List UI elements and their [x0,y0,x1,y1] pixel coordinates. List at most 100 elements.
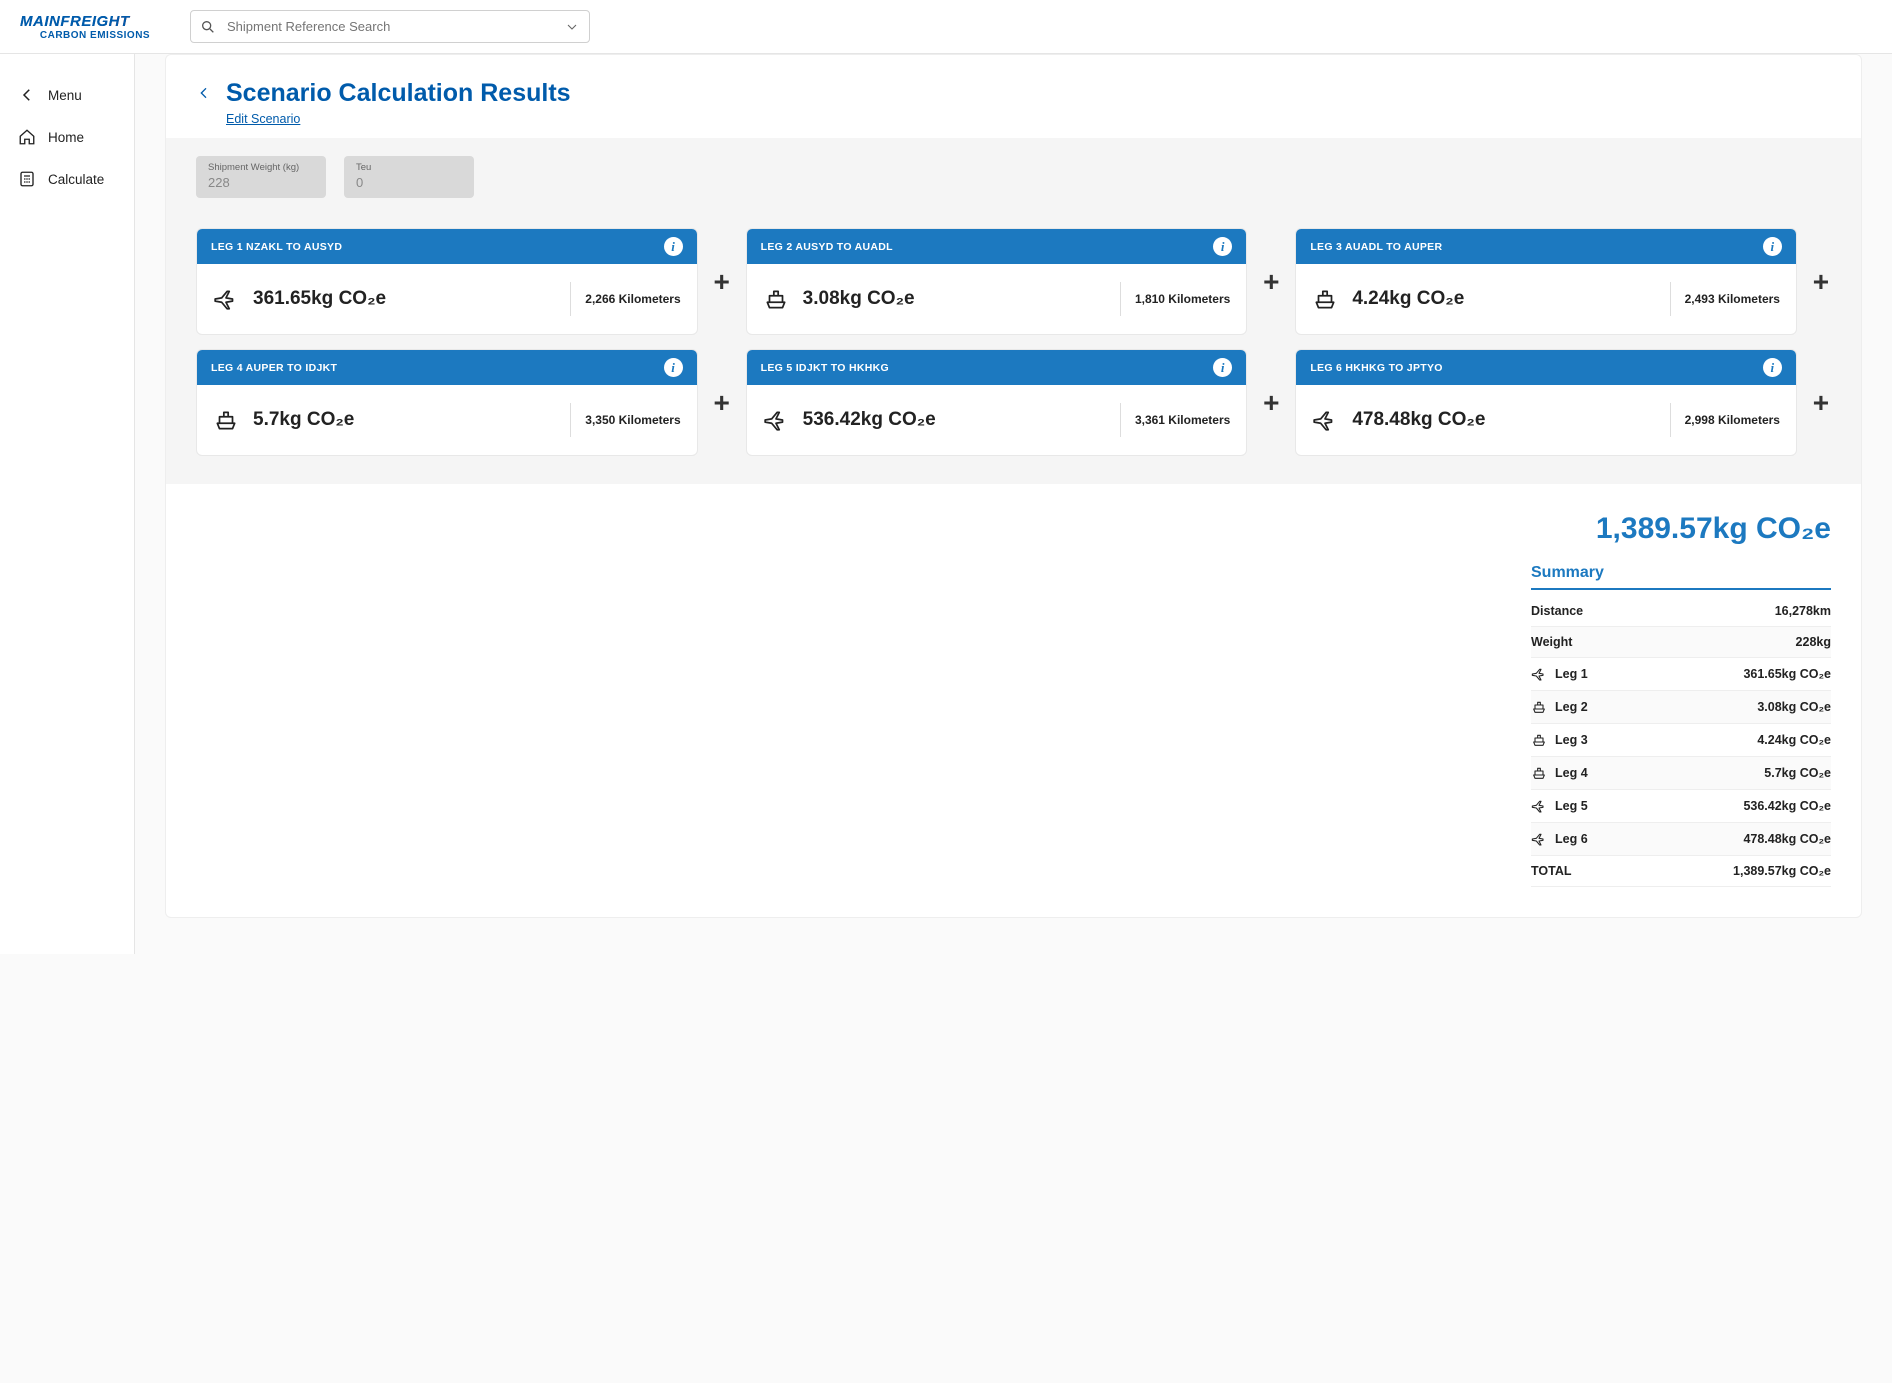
search-icon [200,19,216,35]
leg-card: LEG 4 AUPER TO IDJKT i 5.7kg CO₂e 3,350 Kil… [196,349,698,456]
summary-row: Leg 23.08kg CO₂e [1531,691,1831,724]
separator [1120,403,1121,437]
leg-title: LEG 5 IDJKT TO HKHKG [761,362,889,374]
separator [1120,282,1121,316]
plus-icon: + [712,266,732,298]
plus-icon: + [712,387,732,419]
leg-header: LEG 4 AUPER TO IDJKT i [197,350,697,385]
total-co2: 1,389.57kg CO₂e [1531,512,1831,546]
leg-co2: 536.42kg CO₂e [803,409,1106,431]
summary-label: Leg 6 [1555,832,1588,846]
input-label: Shipment Weight (kg) [208,162,314,173]
leg-distance: 2,266 Kilometers [585,292,680,306]
sidebar: Menu Home Calculate [0,54,135,954]
calculate-icon [18,170,36,188]
summary-row: TOTAL1,389.57kg CO₂e [1531,856,1831,887]
leg-co2: 5.7kg CO₂e [253,409,556,431]
summary-label: Leg 3 [1555,733,1588,747]
leg-header: LEG 2 AUSYD TO AUADLi [747,229,1247,264]
leg-header: LEG 5 IDJKT TO HKHKG i [747,350,1247,385]
leg-title: LEG 6 HKHKG TO JPTYO [1310,362,1442,374]
leg-co2: 3.08kg CO₂e [803,288,1106,310]
leg-body: 536.42kg CO₂e3,361 Kilometers [747,385,1247,455]
summary-row: Leg 6 478.48kg CO₂e [1531,823,1831,856]
search-input[interactable] [190,10,590,43]
sidebar-item-menu[interactable]: Menu [0,74,134,116]
sidebar-item-label: Calculate [48,172,104,187]
summary-value: 361.65kg CO₂e [1743,667,1831,681]
legs-area: LEG 1 NZAKL TO AUSYDi361.65kg CO₂e2,266 … [166,228,1861,484]
sidebar-item-calculate[interactable]: Calculate [0,158,134,200]
info-icon[interactable]: i [1213,237,1232,256]
plus-icon: + [1261,266,1281,298]
leg-card: LEG 6 HKHKG TO JPTYO i 478.48kg CO₂e 2,998 … [1295,349,1797,456]
sidebar-item-home[interactable]: Home [0,116,134,158]
search-wrap [190,10,590,43]
results-card: Scenario Calculation Results Edit Scenar… [165,54,1862,918]
ship-icon [763,286,789,312]
sidebar-item-label: Home [48,130,84,145]
summary-value: 228kg [1796,635,1831,649]
leg-body: 4.24kg CO₂e 2,493 Kilometers [1296,264,1796,334]
inputs-row: Shipment Weight (kg) 228 Teu 0 [166,138,1861,228]
plus-icon: + [1811,266,1831,298]
ship-icon [1531,732,1547,748]
input-value: 228 [208,173,314,190]
leg-title: LEG 3 AUADL TO AUPER [1310,241,1442,253]
summary-label: Leg 1 [1555,667,1588,681]
ship-icon [1531,765,1547,781]
main: Scenario Calculation Results Edit Scenar… [135,54,1892,954]
leg-header: LEG 3 AUADL TO AUPER i [1296,229,1796,264]
leg-co2: 478.48kg CO₂e [1352,409,1655,431]
leg-card: LEG 1 NZAKL TO AUSYDi361.65kg CO₂e2,266 … [196,228,698,335]
leg-distance: 2,998 Kilometers [1685,413,1780,427]
topbar: MAINFREIGHT CARBON EMISSIONS [0,0,1892,54]
info-icon[interactable]: i [1763,237,1782,256]
leg-distance: 3,350 Kilometers [585,413,680,427]
home-icon [18,128,36,146]
summary-row: Distance 16,278km [1531,596,1831,627]
summary-label: Leg 5 [1555,799,1588,813]
info-icon[interactable]: i [1213,358,1232,377]
edit-scenario-link[interactable]: Edit Scenario [226,112,300,126]
leg-co2: 4.24kg CO₂e [1352,288,1655,310]
shipment-weight-field: Shipment Weight (kg) 228 [196,156,326,198]
plane-icon [1312,407,1338,433]
plane-icon [213,286,239,312]
search-dropdown-icon[interactable] [564,19,580,35]
leg-body: 478.48kg CO₂e 2,998 Kilometers [1296,385,1796,455]
summary-label: TOTAL [1531,864,1572,878]
plus-icon: + [1811,387,1831,419]
chevron-left-icon [18,86,36,104]
info-icon[interactable]: i [1763,358,1782,377]
summary-value: 478.48kg CO₂e [1743,832,1831,846]
leg-body: 361.65kg CO₂e2,266 Kilometers [197,264,697,334]
leg-body: 3.08kg CO₂e 1,810 Kilometers [747,264,1247,334]
leg-title: LEG 4 AUPER TO IDJKT [211,362,337,374]
plane-icon [1531,798,1547,814]
summary-label: Leg 4 [1555,766,1588,780]
leg-distance: 2,493 Kilometers [1685,292,1780,306]
summary-block: 1,389.57kg CO₂e Summary Distance 16,278km… [166,484,1861,917]
back-button[interactable] [196,85,212,101]
leg-card: LEG 5 IDJKT TO HKHKG i 536.42kg CO₂e3,361 … [746,349,1248,456]
summary-value: 16,278km [1775,604,1831,618]
plus-icon: + [1261,387,1281,419]
leg-body: 5.7kg CO₂e 3,350 Kilometers [197,385,697,455]
logo: MAINFREIGHT CARBON EMISSIONS [20,13,170,41]
separator [1670,282,1671,316]
summary-value: 5.7kg CO₂e [1764,766,1831,780]
summary-row: Leg 5 536.42kg CO₂e [1531,790,1831,823]
separator [570,282,571,316]
summary-title: Summary [1531,564,1831,590]
leg-card: LEG 2 AUSYD TO AUADLi 3.08kg CO₂e 1,810 Ki… [746,228,1248,335]
summary-value: 536.42kg CO₂e [1743,799,1831,813]
ship-icon [213,407,239,433]
info-icon[interactable]: i [664,237,683,256]
summary-label: Distance [1531,604,1583,618]
summary-row: Leg 4 5.7kg CO₂e [1531,757,1831,790]
teu-field: Teu 0 [344,156,474,198]
input-value: 0 [356,173,462,190]
leg-distance: 1,810 Kilometers [1135,292,1230,306]
info-icon[interactable]: i [664,358,683,377]
